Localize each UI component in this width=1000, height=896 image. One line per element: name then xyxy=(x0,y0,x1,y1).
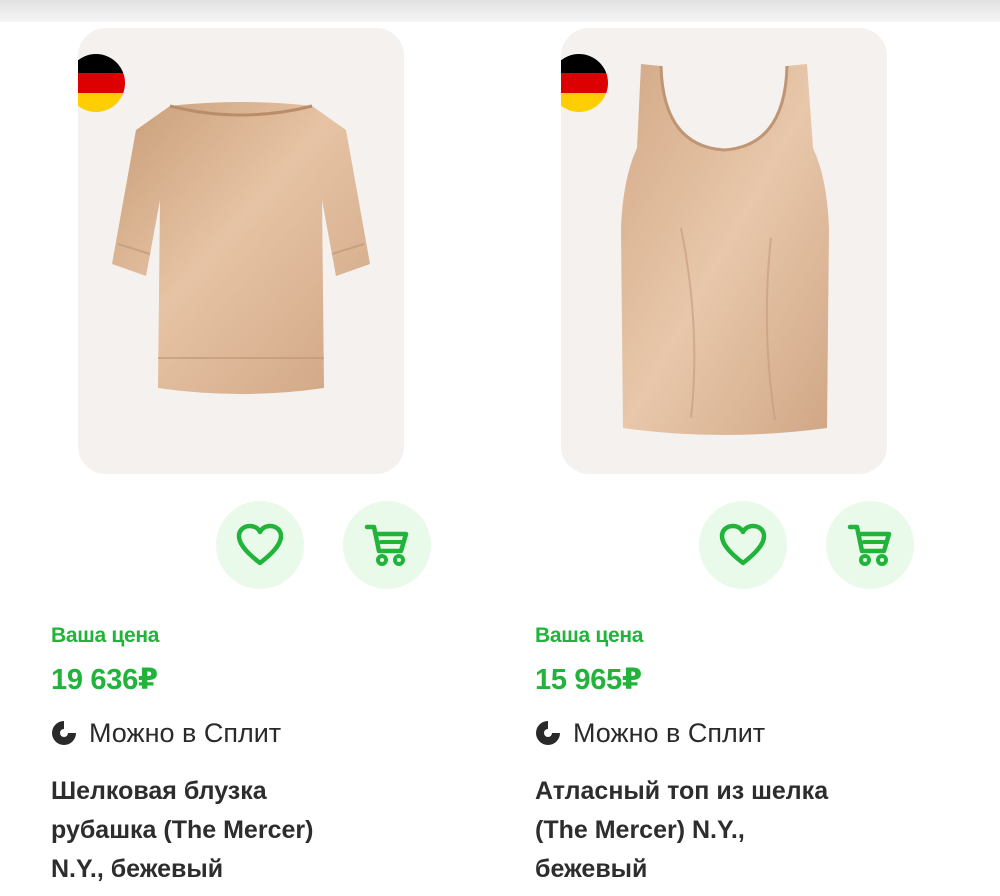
product-title-line: Шелковая блузка xyxy=(51,777,267,805)
split-payment-note: Можно в Сплит xyxy=(51,716,281,750)
price-label: Ваша цена xyxy=(535,624,644,647)
split-text: Можно в Сплит xyxy=(573,717,766,748)
product-card-image[interactable] xyxy=(78,28,404,474)
product-title-line: (The Mercer) N.Y., xyxy=(535,816,745,844)
cart-icon xyxy=(364,524,409,566)
product-title[interactable]: Шелковая блузка рубашка (The Mercer) N.Y… xyxy=(51,772,451,889)
product-title-line: бежевый xyxy=(535,855,648,883)
split-logo-icon xyxy=(52,721,76,745)
split-payment-note: Можно в Сплит xyxy=(535,716,765,750)
product-title-line: N.Y., бежевый xyxy=(51,855,224,883)
split-text: Можно в Сплит xyxy=(89,717,282,748)
add-to-cart-button[interactable] xyxy=(826,501,914,589)
split-logo-icon xyxy=(536,721,560,745)
product-image xyxy=(112,102,370,394)
product-image xyxy=(621,64,829,435)
product-title-line: рубашка (The Mercer) xyxy=(51,816,314,844)
cart-icon xyxy=(847,524,892,566)
price-label: Ваша цена xyxy=(51,624,160,647)
heart-icon xyxy=(719,523,767,566)
heart-icon xyxy=(236,523,284,566)
product-title[interactable]: Атласный топ из шелка (The Mercer) N.Y.,… xyxy=(535,772,935,889)
product-price: 15 965₽ xyxy=(535,664,642,696)
status-strip xyxy=(0,0,1000,22)
product-card-image[interactable] xyxy=(561,28,887,474)
add-to-cart-button[interactable] xyxy=(343,501,431,589)
product-price: 19 636₽ xyxy=(51,664,158,696)
add-to-favorites-button[interactable] xyxy=(699,501,787,589)
add-to-favorites-button[interactable] xyxy=(216,501,304,589)
product-title-line: Атласный топ из шелка xyxy=(535,777,829,805)
